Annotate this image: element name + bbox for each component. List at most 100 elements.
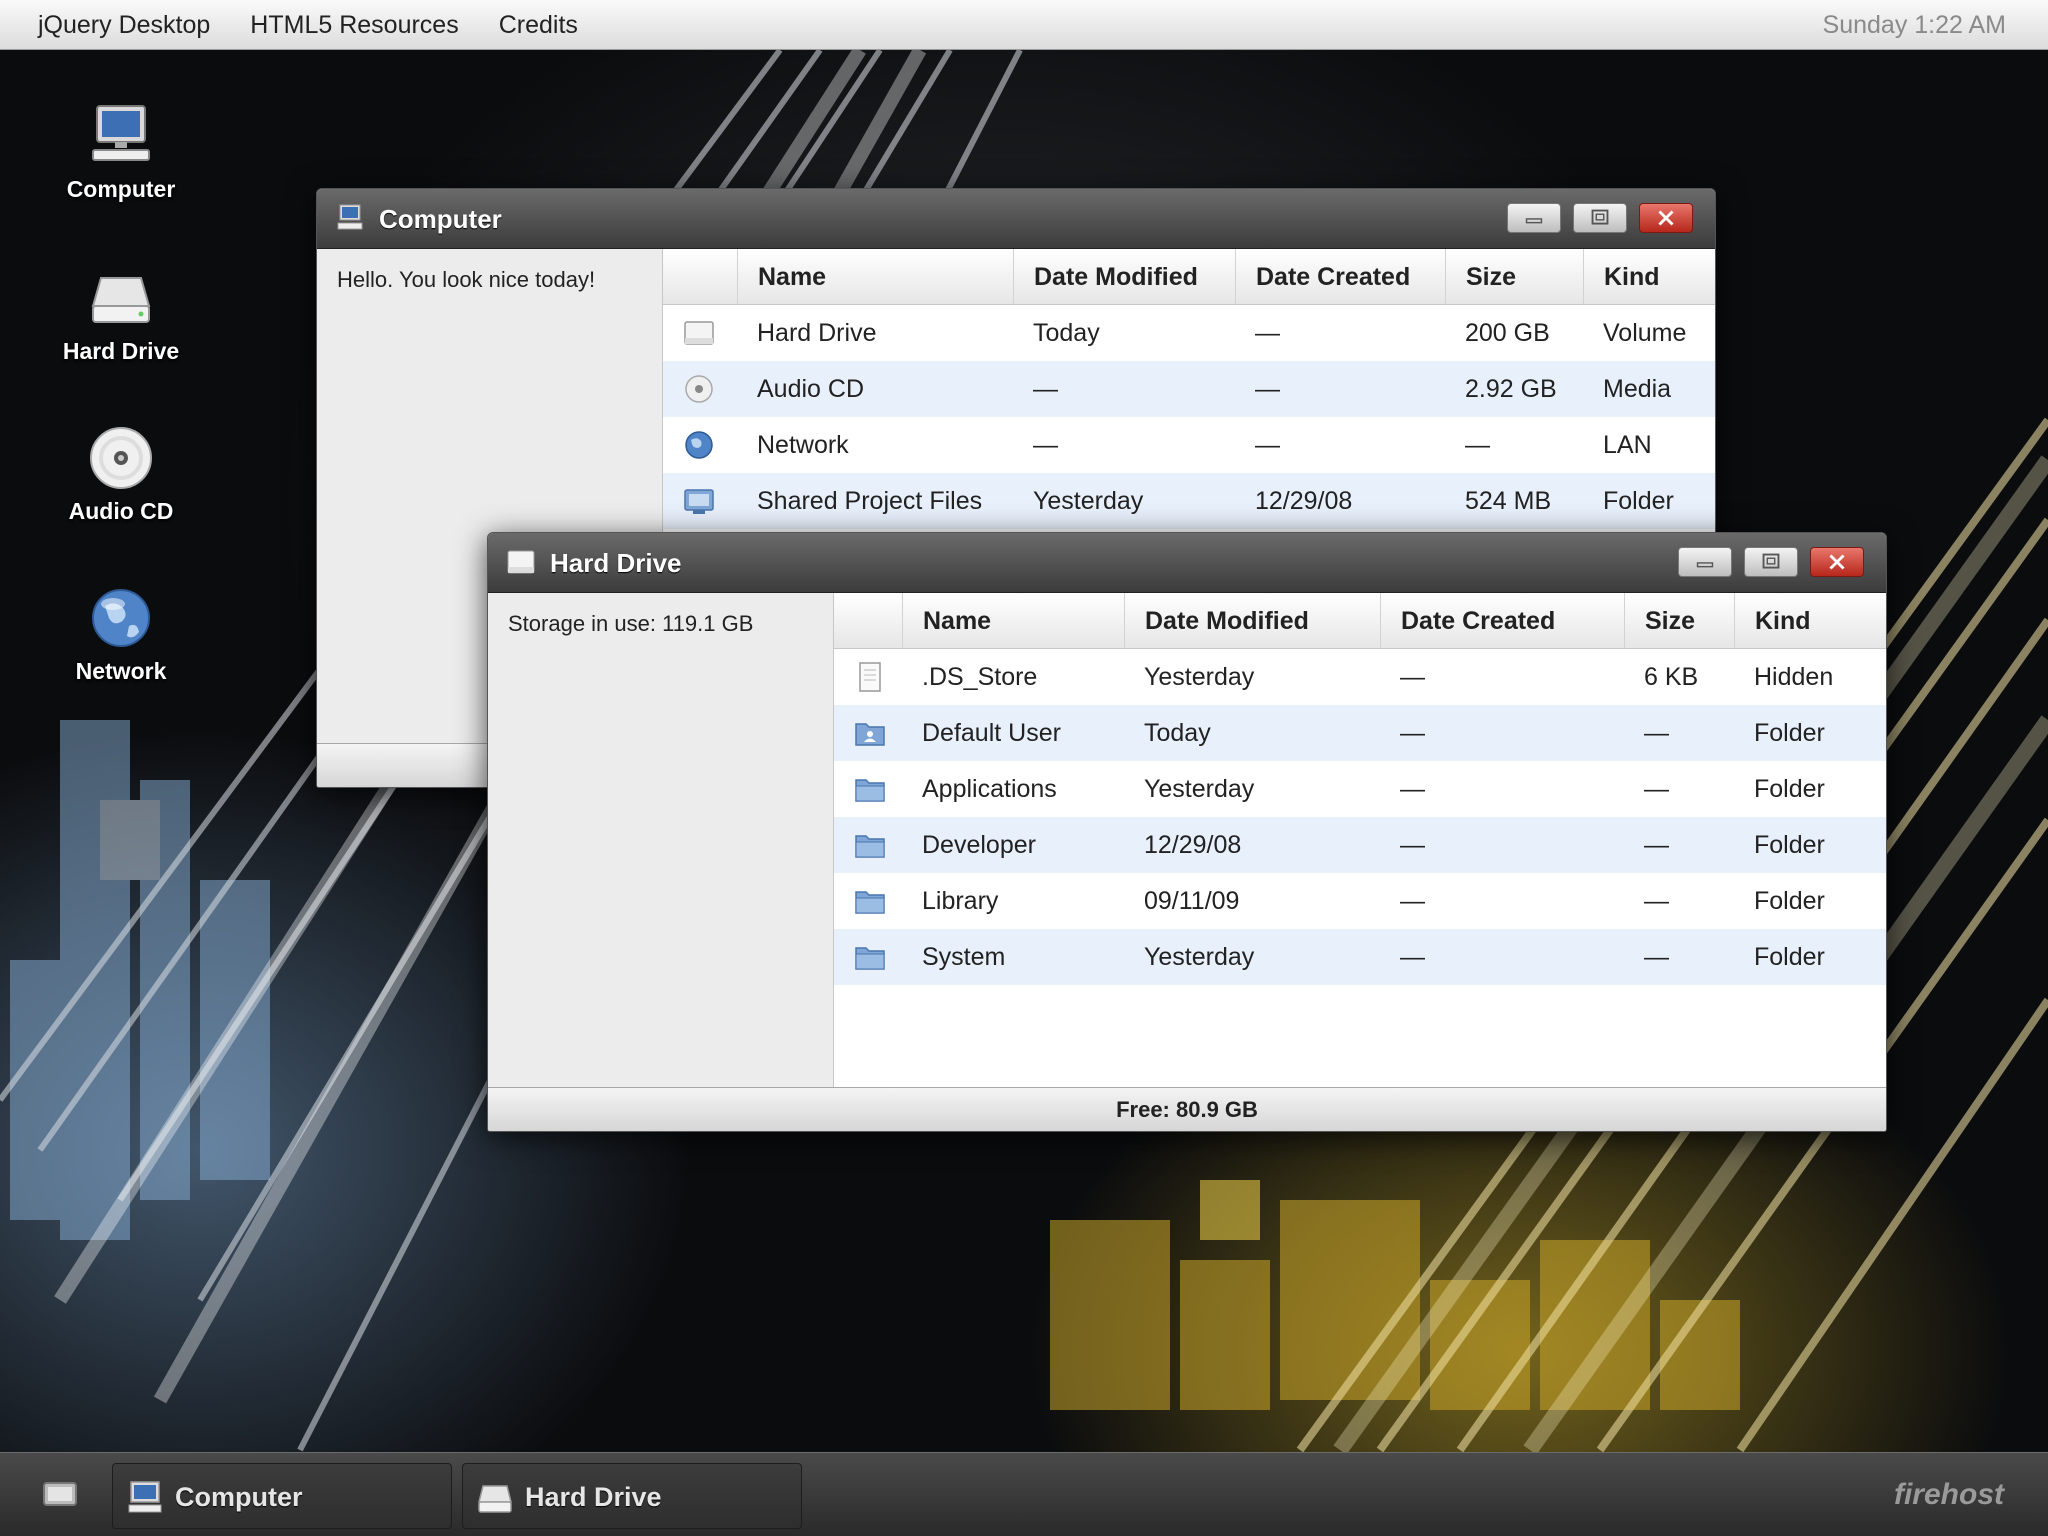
desktop-icon-computer[interactable]: Computer (40, 100, 202, 230)
computer-icon (85, 100, 157, 172)
table-row[interactable]: Hard Drive Today — 200 GB Volume (663, 305, 1715, 361)
hard-drive-icon (85, 262, 157, 334)
computer-icon (335, 203, 365, 233)
table-row[interactable]: Audio CD — — 2.92 GB Media (663, 361, 1715, 417)
column-header-date-modified[interactable]: Date Modified (1013, 249, 1198, 305)
column-header-kind[interactable]: Kind (1583, 249, 1660, 305)
show-desktop-icon[interactable] (40, 1477, 80, 1513)
taskbar-item-hard-drive[interactable]: Hard Drive (462, 1463, 802, 1529)
cell-name: Applications (922, 775, 1057, 803)
desktop-icon-label: Network (75, 658, 167, 684)
network-globe-icon (683, 430, 715, 460)
cell-size: — (1644, 887, 1669, 915)
table-row[interactable]: System Yesterday — — Folder (834, 929, 1886, 985)
cell-date-modified: Today (1033, 319, 1100, 347)
folder-icon (854, 830, 886, 860)
firehost-logo: firehost (1893, 1478, 2004, 1511)
window-title: Hard Drive (550, 548, 682, 578)
cell-date-created: — (1400, 719, 1425, 747)
cell-name: Shared Project Files (757, 487, 983, 515)
shared-folder-icon (683, 486, 715, 516)
cell-name: .DS_Store (922, 663, 1038, 691)
cell-date-created: — (1400, 663, 1425, 691)
user-folder-icon (854, 718, 886, 748)
maximize-button[interactable] (1744, 547, 1798, 577)
top-menu-bar: jQuery Desktop HTML5 Resources Credits S… (0, 0, 2048, 50)
cell-kind: LAN (1603, 431, 1652, 459)
table-row[interactable]: Shared Project Files Yesterday 12/29/08 … (663, 473, 1715, 529)
cell-size: — (1644, 831, 1669, 859)
resize-grip-icon[interactable] (1868, 1113, 1882, 1131)
table-header: Name Date Modified Date Created Size Kin… (834, 593, 1886, 649)
window-hard-drive[interactable]: Hard Drive Storage in use: 119.1 GB Name… (487, 532, 1887, 1132)
audio-cd-icon (85, 422, 157, 494)
maximize-button[interactable] (1573, 203, 1627, 233)
desktop-icon-audio-cd[interactable]: Audio CD (40, 422, 202, 552)
cell-date-created: — (1400, 831, 1425, 859)
table-row[interactable]: Applications Yesterday — — Folder (834, 761, 1886, 817)
column-header-kind[interactable]: Kind (1734, 593, 1811, 649)
hard-drive-icon (477, 1480, 513, 1514)
column-header-date-created[interactable]: Date Created (1380, 593, 1555, 649)
cell-kind: Folder (1754, 943, 1825, 971)
desktop-icon-hard-drive[interactable]: Hard Drive (40, 262, 202, 392)
folder-icon (854, 942, 886, 972)
minimize-button[interactable] (1507, 203, 1561, 233)
cell-date-created: — (1400, 775, 1425, 803)
close-button[interactable] (1810, 547, 1864, 577)
cell-date-modified: Yesterday (1144, 943, 1255, 971)
column-header-size[interactable]: Size (1445, 249, 1516, 305)
cell-date-created: — (1400, 887, 1425, 915)
storage-in-use-text: Storage in use: 119.1 GB (508, 611, 754, 636)
folder-icon (854, 886, 886, 916)
cell-date-modified: Yesterday (1144, 663, 1255, 691)
window-statusbar: Free: 80.9 GB (488, 1087, 1886, 1131)
window-title: Computer (379, 204, 502, 234)
cell-kind: Media (1603, 375, 1672, 403)
table-row[interactable]: Default User Today — — Folder (834, 705, 1886, 761)
cell-date-modified: Yesterday (1144, 775, 1255, 803)
cell-date-created: — (1255, 375, 1280, 403)
audio-cd-icon (683, 374, 715, 404)
taskbar-item-computer[interactable]: Computer (112, 1463, 452, 1529)
cell-name: Hard Drive (757, 319, 877, 347)
cell-date-created: — (1255, 431, 1280, 459)
cell-kind: Folder (1754, 831, 1825, 859)
table-row[interactable]: Network — — — LAN (663, 417, 1715, 473)
window-titlebar[interactable]: Computer (317, 189, 1715, 249)
cell-kind: Hidden (1754, 663, 1834, 691)
network-globe-icon (85, 582, 157, 654)
hard-drive-icon (683, 318, 715, 348)
cell-size: 2.92 GB (1465, 375, 1557, 403)
menu-credits[interactable]: Credits (479, 0, 598, 50)
cell-date-created: 12/29/08 (1255, 487, 1353, 515)
cell-date-modified: Today (1144, 719, 1211, 747)
close-button[interactable] (1639, 203, 1693, 233)
window-titlebar[interactable]: Hard Drive (488, 533, 1886, 593)
column-header-date-modified[interactable]: Date Modified (1124, 593, 1309, 649)
cell-size: — (1644, 943, 1669, 971)
file-list: Name Date Modified Date Created Size Kin… (834, 593, 1886, 1087)
cell-size: 524 MB (1465, 487, 1552, 515)
cell-size: — (1465, 431, 1490, 459)
column-header-name[interactable]: Name (737, 249, 826, 305)
menu-jquery-desktop[interactable]: jQuery Desktop (0, 0, 230, 50)
menu-html5-resources[interactable]: HTML5 Resources (230, 0, 478, 50)
cell-date-modified: — (1033, 431, 1058, 459)
column-header-date-created[interactable]: Date Created (1235, 249, 1410, 305)
column-header-size[interactable]: Size (1624, 593, 1695, 649)
table-row[interactable]: .DS_Store Yesterday — 6 KB Hidden (834, 649, 1886, 705)
free-space-text: Free: 80.9 GB (1116, 1097, 1258, 1122)
hard-drive-icon (506, 547, 536, 577)
desktop-icon-label: Hard Drive (62, 338, 180, 364)
cell-date-modified: Yesterday (1033, 487, 1144, 515)
sidebar-greeting: Hello. You look nice today! (337, 267, 596, 292)
table-row[interactable]: Library 09/11/09 — — Folder (834, 873, 1886, 929)
cell-kind: Folder (1754, 775, 1825, 803)
desktop-icon-network[interactable]: Network (40, 582, 202, 712)
table-row[interactable]: Developer 12/29/08 — — Folder (834, 817, 1886, 873)
cell-name: Default User (922, 719, 1061, 747)
column-header-name[interactable]: Name (902, 593, 991, 649)
desktop-icon-label: Audio CD (68, 498, 174, 524)
minimize-button[interactable] (1678, 547, 1732, 577)
